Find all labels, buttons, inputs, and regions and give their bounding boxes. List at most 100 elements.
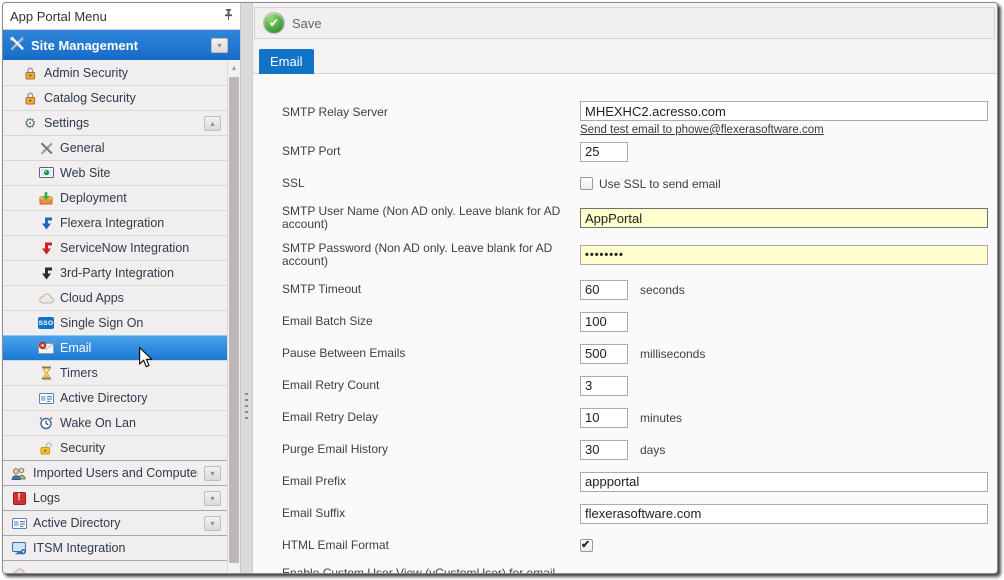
- splitter-grip-icon[interactable]: [245, 393, 248, 421]
- field-label: SSL: [282, 177, 580, 190]
- sidebar-item-settings[interactable]: ⚙ Settings: [3, 110, 227, 135]
- directory-card-icon: [11, 515, 27, 531]
- sidebar-item-flexera-integration[interactable]: Flexera Integration: [3, 210, 227, 235]
- email-settings-form: SMTP Relay Server Send test email to pho…: [253, 74, 997, 573]
- itsm-icon: [11, 540, 27, 556]
- form-row: Email Retry Count: [282, 375, 997, 396]
- sso-badge-icon: SSO: [38, 315, 54, 331]
- field-label: SMTP Password (Non AD only. Leave blank …: [282, 242, 580, 268]
- field-label: SMTP Port: [282, 145, 580, 158]
- sidebar-item-web-site[interactable]: Web Site: [3, 160, 227, 185]
- sidebar-item-wake-on-lan[interactable]: Wake On Lan: [3, 410, 227, 435]
- purge-email-history-input[interactable]: [580, 440, 628, 460]
- splitter[interactable]: [241, 3, 253, 573]
- field-label: Pause Between Emails: [282, 347, 580, 360]
- tab-email[interactable]: Email: [259, 49, 314, 74]
- chevron-down-icon[interactable]: [204, 491, 221, 506]
- cloud-icon: [38, 290, 54, 306]
- form-row: SMTP Port: [282, 141, 997, 162]
- form-row: Purge Email History days: [282, 439, 997, 460]
- envelope-icon: [38, 340, 54, 356]
- website-icon: [38, 165, 54, 181]
- sidebar-item-deployment[interactable]: Deployment: [3, 185, 227, 210]
- chevron-down-icon[interactable]: [204, 516, 221, 531]
- email-retry-count-input[interactable]: [580, 376, 628, 396]
- form-row: Email Suffix: [282, 503, 997, 524]
- smtp-username-input[interactable]: [580, 208, 988, 228]
- sidebar-scrollbar[interactable]: [227, 60, 240, 573]
- main-panel: Save Email SMTP Relay Server Send test e…: [253, 3, 997, 573]
- sidebar-item-cloud-apps[interactable]: Cloud Apps: [3, 285, 227, 310]
- field-label: Email Prefix: [282, 475, 580, 488]
- users-icon: [11, 465, 27, 481]
- scroll-up-icon[interactable]: [228, 60, 240, 75]
- sidebar-list: Admin Security Catalog Security ⚙ Settin…: [3, 60, 227, 573]
- alarm-clock-icon: [38, 415, 54, 431]
- tools-icon: [38, 140, 54, 156]
- sidebar-item-timers[interactable]: Timers: [3, 360, 227, 385]
- sidebar-item-itsm-integration[interactable]: ITSM Integration: [3, 535, 227, 560]
- pause-between-emails-input[interactable]: [580, 344, 628, 364]
- smtp-relay-server-input[interactable]: [580, 101, 988, 121]
- field-label: Purge Email History: [282, 443, 580, 456]
- form-row: Enable Custom User View (vCustomUser) fo…: [282, 567, 997, 573]
- chevron-down-icon[interactable]: [211, 38, 228, 53]
- sidebar-header: App Portal Menu: [3, 3, 240, 30]
- sidebar-title: App Portal Menu: [10, 9, 224, 24]
- email-suffix-input[interactable]: [580, 504, 988, 524]
- checkbox-label: Use SSL to send email: [599, 177, 721, 191]
- form-row: SMTP Password (Non AD only. Leave blank …: [282, 242, 997, 268]
- unit-label: milliseconds: [640, 347, 705, 361]
- unit-label: days: [640, 443, 665, 457]
- smtp-port-input[interactable]: [580, 142, 628, 162]
- sidebar-item-3rd-party-integration[interactable]: 3rd-Party Integration: [3, 260, 227, 285]
- sidebar: App Portal Menu Site Management Admin Se…: [3, 3, 241, 573]
- save-button[interactable]: Save: [292, 16, 322, 31]
- smtp-password-input[interactable]: [580, 245, 988, 265]
- sidebar-item-active-directory[interactable]: Active Directory: [3, 385, 227, 410]
- sidebar-item-imported-users-and-computers[interactable]: Imported Users and Computers: [3, 460, 227, 485]
- field-label: Email Suffix: [282, 507, 580, 520]
- send-test-email-link[interactable]: Send test email to phowe@flexerasoftware…: [580, 124, 824, 136]
- chevron-down-icon[interactable]: [204, 466, 221, 481]
- save-check-icon[interactable]: [263, 12, 285, 34]
- lock-icon: [22, 65, 38, 81]
- email-batch-size-input[interactable]: [580, 312, 628, 332]
- sidebar-item-single-sign-on[interactable]: SSO Single Sign On: [3, 310, 227, 335]
- lock-icon: [22, 90, 38, 106]
- email-retry-delay-input[interactable]: [580, 408, 628, 428]
- collapse-icon[interactable]: [204, 116, 221, 131]
- sidebar-group-label: Site Management: [31, 38, 138, 53]
- directory-card-icon: [38, 390, 54, 406]
- form-row: SMTP Timeout seconds: [282, 279, 997, 300]
- sidebar-item-email[interactable]: Email: [3, 335, 227, 360]
- import-arrow-red-icon: [38, 240, 54, 256]
- field-label: Enable Custom User View (vCustomUser) fo…: [282, 567, 580, 573]
- sidebar-item-admin-security[interactable]: Admin Security: [3, 60, 227, 85]
- ssl-checkbox[interactable]: [580, 177, 593, 190]
- form-row: SMTP User Name (Non AD only. Leave blank…: [282, 205, 997, 231]
- field-label: Email Retry Delay: [282, 411, 580, 424]
- gear-icon: ⚙: [22, 115, 38, 131]
- logs-icon: !: [11, 490, 27, 506]
- unit-label: minutes: [640, 411, 682, 425]
- scrollbar-thumb[interactable]: [229, 77, 239, 563]
- field-label: SMTP Timeout: [282, 283, 580, 296]
- email-prefix-input[interactable]: [580, 472, 988, 492]
- sidebar-item-catalog-security[interactable]: Catalog Security: [3, 85, 227, 110]
- smtp-timeout-input[interactable]: [580, 280, 628, 300]
- form-row: SMTP Relay Server Send test email to pho…: [282, 101, 997, 136]
- html-email-format-checkbox[interactable]: [580, 539, 593, 552]
- sidebar-item-general[interactable]: General: [3, 135, 227, 160]
- sidebar-group-site-management[interactable]: Site Management: [3, 30, 240, 60]
- field-label: SMTP Relay Server: [282, 101, 580, 119]
- sidebar-body: Admin Security Catalog Security ⚙ Settin…: [3, 60, 240, 573]
- tab-bar: Email: [253, 39, 997, 74]
- pin-icon[interactable]: [224, 8, 233, 24]
- sidebar-item-partial[interactable]: [3, 560, 227, 573]
- sidebar-item-logs[interactable]: ! Logs: [3, 485, 227, 510]
- sidebar-item-security[interactable]: Security: [3, 435, 227, 460]
- sidebar-item-servicenow-integration[interactable]: ServiceNow Integration: [3, 235, 227, 260]
- form-row: Email Retry Delay minutes: [282, 407, 997, 428]
- sidebar-item-active-directory-top[interactable]: Active Directory: [3, 510, 227, 535]
